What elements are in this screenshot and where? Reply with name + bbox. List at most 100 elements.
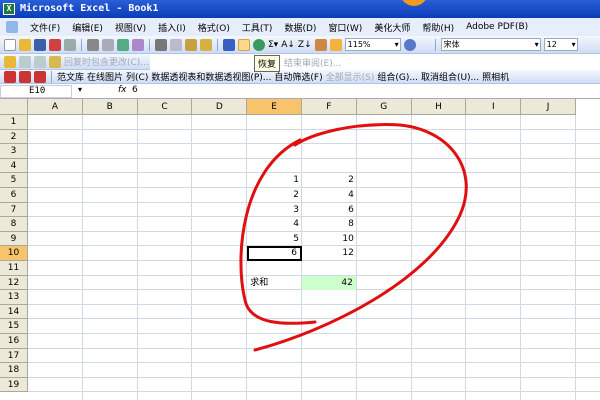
row-header-11[interactable]: 11 <box>0 261 28 276</box>
camera-button[interactable]: 照相机 <box>482 70 509 83</box>
row-header-5[interactable]: 5 <box>0 173 28 188</box>
cell-F12-sum-value[interactable]: 42 <box>302 275 356 290</box>
row-header-1[interactable]: 1 <box>0 115 28 130</box>
email-icon[interactable] <box>64 38 76 51</box>
cell-F9[interactable]: 10 <box>302 232 357 246</box>
template-library-button[interactable]: 范文库 <box>57 70 84 83</box>
folder-icon[interactable] <box>4 55 16 68</box>
menu-file[interactable]: 文件(F) <box>30 21 60 34</box>
column-header-I[interactable]: I <box>466 99 522 115</box>
menu-format[interactable]: 格式(O) <box>198 21 230 34</box>
row-header-18[interactable]: 18 <box>0 363 28 378</box>
cell-F5[interactable]: 2 <box>302 173 357 187</box>
menu-window[interactable]: 窗口(W) <box>328 21 362 34</box>
print-icon[interactable] <box>87 38 99 51</box>
pdf-icon[interactable] <box>4 70 16 83</box>
column-header-F[interactable]: F <box>302 99 357 115</box>
redo-icon[interactable] <box>238 38 250 51</box>
menu-edit[interactable]: 编辑(E) <box>72 21 103 34</box>
spelling-icon[interactable] <box>117 38 129 51</box>
cell-F7[interactable]: 6 <box>302 203 357 217</box>
menu-tools[interactable]: 工具(T) <box>242 21 273 34</box>
column-header-D[interactable]: D <box>192 99 248 115</box>
cell-E5[interactable]: 1 <box>247 173 302 187</box>
cell-E6[interactable]: 2 <box>247 188 302 202</box>
menu-beautify[interactable]: 美化大师 <box>374 21 410 34</box>
column-header-B[interactable]: B <box>82 99 138 115</box>
cell-E12-sum-label[interactable]: 求和 <box>247 276 302 290</box>
permission-icon[interactable] <box>49 38 61 51</box>
cell-E9[interactable]: 5 <box>247 232 302 246</box>
formula-input[interactable]: 6 <box>132 85 138 95</box>
row-header-13[interactable]: 13 <box>0 290 28 305</box>
name-box-dropdown-icon[interactable]: ▾ <box>74 85 124 98</box>
row-header-16[interactable]: 16 <box>0 334 28 349</box>
row-header-14[interactable]: 14 <box>0 304 28 320</box>
row-header-19[interactable]: 19 <box>0 377 28 393</box>
column-header-A[interactable]: A <box>28 99 83 115</box>
name-box[interactable]: E10 <box>0 85 72 98</box>
group-button[interactable]: 组合(G)... <box>377 70 418 83</box>
print-preview-icon[interactable] <box>102 38 114 51</box>
save-icon[interactable] <box>34 38 46 51</box>
row-header-3[interactable]: 3 <box>0 144 28 159</box>
comment-icon[interactable] <box>19 55 31 68</box>
select-all[interactable] <box>0 99 28 115</box>
new-icon[interactable] <box>4 38 16 51</box>
row-header-2[interactable]: 2 <box>0 129 28 145</box>
cell-E8[interactable]: 4 <box>247 217 302 231</box>
row-header-8[interactable]: 8 <box>0 217 28 232</box>
cell-F8[interactable]: 8 <box>302 217 357 231</box>
menu-view[interactable]: 视图(V) <box>115 21 146 34</box>
menu-insert[interactable]: 插入(I) <box>158 21 186 34</box>
cell-F10[interactable]: 12 <box>302 246 357 260</box>
hyperlink-icon[interactable] <box>253 38 265 51</box>
row-header-15[interactable]: 15 <box>0 319 28 334</box>
menu-adobe-pdf[interactable]: Adobe PDF(B) <box>466 22 528 32</box>
font-size-select[interactable]: 12 <box>543 38 578 51</box>
column-header-H[interactable]: H <box>411 99 467 115</box>
row-header-10[interactable]: 10 <box>0 246 28 261</box>
row-header-9[interactable]: 9 <box>0 231 28 247</box>
zoom-select[interactable]: 115% <box>344 38 401 51</box>
copy-icon[interactable] <box>170 38 182 51</box>
cell-E10[interactable]: 6 <box>247 246 302 262</box>
end-review-button[interactable]: 结束审阅(E)... <box>284 56 341 69</box>
undo-icon[interactable] <box>223 38 235 51</box>
cell-F6[interactable]: 4 <box>302 188 357 202</box>
row-header-6[interactable]: 6 <box>0 188 28 203</box>
autofilter-button[interactable]: 自动筛选(F) <box>274 70 322 83</box>
row-header-17[interactable]: 17 <box>0 348 28 364</box>
fx-icon[interactable]: fx <box>118 85 127 95</box>
pdf-review-icon[interactable] <box>34 70 46 83</box>
menu-help[interactable]: 帮助(H) <box>422 21 454 34</box>
column-header-E[interactable]: E <box>247 99 302 115</box>
cell-E7[interactable]: 3 <box>247 203 302 217</box>
row-header-7[interactable]: 7 <box>0 202 28 218</box>
paste-icon[interactable] <box>185 38 197 51</box>
column-header-J[interactable]: J <box>521 99 576 115</box>
show-all-button[interactable]: 全部显示(S) <box>326 70 375 83</box>
row-header-4[interactable]: 4 <box>0 158 28 174</box>
format-painter-icon[interactable] <box>200 38 212 51</box>
sort-asc-icon[interactable]: A↓ <box>281 40 295 50</box>
help-icon[interactable] <box>403 38 416 51</box>
row-header-12[interactable]: 12 <box>0 275 28 291</box>
drawing-icon[interactable] <box>329 38 342 51</box>
font-select[interactable]: 宋体 <box>440 38 541 51</box>
cut-icon[interactable] <box>155 38 167 51</box>
worksheet-grid[interactable]: A B C D E F G H I J 1 2 3 4 5 6 7 8 9 10 11 12 13 14 15 16 17 18 19 1… <box>0 99 600 400</box>
pdf-mail-icon[interactable] <box>19 70 31 83</box>
research-icon[interactable] <box>132 38 144 51</box>
menu-data[interactable]: 数据(D) <box>284 21 316 34</box>
reply-changes-button[interactable]: 回复时包含更改(C)... <box>64 55 149 68</box>
column-header-C[interactable]: C <box>137 99 193 115</box>
highlight-icon[interactable] <box>49 55 61 68</box>
comment2-icon[interactable] <box>34 55 46 68</box>
sort-desc-icon[interactable]: Z↓ <box>298 40 312 50</box>
autosum-icon[interactable]: Σ▾ <box>268 40 278 50</box>
columns-button[interactable]: 列(C) <box>126 70 148 83</box>
ungroup-button[interactable]: 取消组合(U)... <box>421 70 479 83</box>
chart-wizard-icon[interactable] <box>314 38 327 51</box>
online-images-button[interactable]: 在线图片 <box>87 70 123 83</box>
